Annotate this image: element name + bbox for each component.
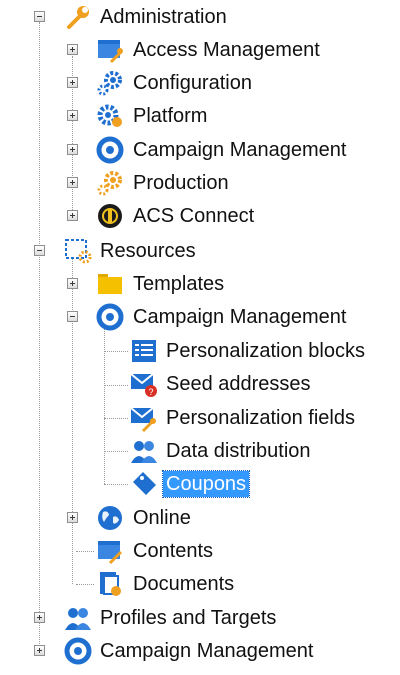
tree-item-configuration[interactable]: Configuration	[133, 70, 252, 96]
folder-pencil-icon	[98, 541, 123, 565]
tree-item-resources[interactable]: Resources	[100, 238, 196, 264]
tree-item-campaign-management-admin[interactable]: Campaign Management	[133, 137, 346, 163]
tree-item-online[interactable]: Online	[133, 505, 191, 531]
people-icon	[131, 441, 157, 463]
envelope-question-icon: ?	[130, 373, 157, 397]
tree-connector	[104, 484, 128, 485]
list-icon	[132, 340, 156, 362]
tree-item-administration[interactable]: Administration	[100, 4, 227, 30]
people-icon	[65, 608, 91, 630]
tree-item-profiles-and-targets[interactable]: Profiles and Targets	[100, 605, 276, 631]
document-icon	[100, 572, 121, 596]
tree-connector	[72, 258, 73, 584]
tree-connector	[76, 551, 94, 552]
tree-item-coupons[interactable]: Coupons	[161, 470, 251, 498]
wrench-icon	[67, 6, 89, 29]
expand-toggle-profiles-and-targets[interactable]	[34, 612, 45, 623]
tree-connector	[104, 451, 128, 452]
tree-item-personalization-blocks[interactable]: Personalization blocks	[166, 338, 365, 364]
resources-icon	[65, 239, 92, 264]
tree-item-access-management[interactable]: Access Management	[133, 37, 320, 63]
tree-item-platform[interactable]: Platform	[133, 103, 207, 129]
tree-connector	[39, 22, 40, 654]
expand-toggle-production[interactable]	[67, 177, 78, 188]
expand-toggle-configuration[interactable]	[67, 77, 78, 88]
envelope-key-icon	[130, 407, 156, 432]
tree-connector	[104, 351, 128, 352]
campaign-icon	[96, 303, 124, 331]
expand-toggle-acs-connect[interactable]	[67, 210, 78, 221]
acs-connect-icon	[98, 204, 122, 228]
orange-gears-icon	[97, 171, 122, 196]
expand-toggle-access-management[interactable]	[67, 44, 78, 55]
expand-toggle-campaign-management-admin[interactable]	[67, 144, 78, 155]
coupon-tag-icon	[133, 472, 156, 495]
gears-icon	[97, 71, 122, 96]
tree-item-production[interactable]: Production	[133, 170, 229, 196]
tree-item-acs-connect[interactable]: ACS Connect	[133, 203, 254, 229]
tree-item-campaign-management-resources[interactable]: Campaign Management	[133, 304, 346, 330]
tree-connector	[104, 324, 105, 484]
folder-key-icon	[98, 40, 123, 64]
expand-toggle-online[interactable]	[67, 512, 78, 523]
campaign-icon	[96, 136, 124, 164]
expand-toggle-campaign-management-root[interactable]	[34, 645, 45, 656]
tree-item-campaign-management-root[interactable]: Campaign Management	[100, 638, 313, 664]
tree-item-data-distribution[interactable]: Data distribution	[166, 438, 311, 464]
collapse-toggle-resources[interactable]	[34, 245, 45, 256]
tree-item-personalization-fields[interactable]: Personalization fields	[166, 405, 355, 431]
explorer-tree: Administration Access Management Configu…	[0, 0, 400, 675]
campaign-icon	[64, 637, 92, 665]
collapse-toggle-campaign-management-resources[interactable]	[67, 311, 78, 322]
tree-connector	[104, 418, 128, 419]
collapse-toggle-administration[interactable]	[34, 11, 45, 22]
tree-item-seed-addresses[interactable]: Seed addresses	[166, 371, 311, 397]
tree-connector	[76, 584, 94, 585]
expand-toggle-templates[interactable]	[67, 278, 78, 289]
tree-item-contents[interactable]: Contents	[133, 538, 213, 564]
folder-icon	[98, 274, 122, 294]
tree-item-templates[interactable]: Templates	[133, 271, 224, 297]
tree-connector	[104, 385, 128, 386]
svg-text:?: ?	[148, 387, 153, 397]
tree-item-documents[interactable]: Documents	[133, 571, 234, 597]
globe-icon	[98, 506, 122, 530]
platform-gear-icon	[97, 104, 122, 127]
expand-toggle-platform[interactable]	[67, 110, 78, 121]
